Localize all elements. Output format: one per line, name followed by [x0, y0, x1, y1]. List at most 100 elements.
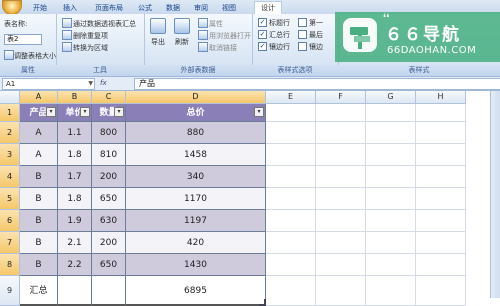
banded-rows-checkbox[interactable]: ✓	[258, 42, 267, 51]
table-header-cell[interactable]: 产品 ▾	[20, 104, 58, 122]
table-cell[interactable]: 1.8	[58, 144, 92, 166]
row-header[interactable]: 3	[0, 144, 20, 166]
table-cell[interactable]: 200	[92, 166, 126, 188]
table-header-cell[interactable]: 数量 ▾	[92, 104, 126, 122]
empty-cell[interactable]	[266, 232, 316, 254]
filter-dropdown-icon[interactable]: ▾	[80, 107, 90, 117]
total-label-cell[interactable]: 汇总	[20, 276, 58, 306]
resize-table-button[interactable]: 调整表格大小	[14, 51, 56, 61]
empty-cell[interactable]	[316, 254, 366, 276]
empty-cell[interactable]	[416, 144, 466, 166]
empty-cell[interactable]	[366, 188, 416, 210]
table-cell[interactable]: 650	[92, 188, 126, 210]
table-cell[interactable]: 810	[92, 144, 126, 166]
select-all-corner[interactable]	[0, 91, 20, 104]
row-header[interactable]: 1	[0, 104, 20, 122]
filter-dropdown-icon[interactable]: ▾	[46, 107, 56, 117]
empty-cell[interactable]	[416, 210, 466, 232]
office-button[interactable]	[2, 0, 22, 15]
empty-cell[interactable]	[366, 210, 416, 232]
table-cell[interactable]: B	[20, 166, 58, 188]
vertical-scrollbar[interactable]	[490, 91, 500, 298]
row-header[interactable]: 6	[0, 210, 20, 232]
convert-range-button[interactable]: 转换为区域	[73, 43, 108, 53]
table-cell[interactable]: B	[20, 188, 58, 210]
table-cell[interactable]: 1430	[126, 254, 266, 276]
row-header[interactable]: 5	[0, 188, 20, 210]
table-cell[interactable]: 800	[92, 122, 126, 144]
empty-cell[interactable]	[416, 232, 466, 254]
empty-cell[interactable]	[266, 144, 316, 166]
total-empty-cell[interactable]	[92, 276, 126, 306]
empty-cell[interactable]	[266, 122, 316, 144]
empty-cell[interactable]	[316, 144, 366, 166]
empty-cell[interactable]	[416, 276, 466, 306]
table-cell[interactable]: 2.1	[58, 232, 92, 254]
empty-cell[interactable]	[416, 166, 466, 188]
empty-cell[interactable]	[366, 232, 416, 254]
table-header-cell[interactable]: 总价 ▾	[126, 104, 266, 122]
table-cell[interactable]: 630	[92, 210, 126, 232]
total-value-cell[interactable]: 6895	[126, 276, 266, 306]
empty-cell[interactable]	[266, 166, 316, 188]
table-name-field[interactable]: 表2	[4, 34, 42, 45]
empty-cell[interactable]	[316, 188, 366, 210]
table-cell[interactable]: 1458	[126, 144, 266, 166]
table-cell[interactable]: B	[20, 232, 58, 254]
empty-cell[interactable]	[366, 104, 416, 122]
tab-home[interactable]: 开始	[28, 2, 52, 14]
empty-cell[interactable]	[366, 254, 416, 276]
table-cell[interactable]: 340	[126, 166, 266, 188]
empty-cell[interactable]	[316, 276, 366, 306]
table-cell[interactable]: 650	[92, 254, 126, 276]
refresh-button[interactable]: 刷新	[175, 37, 189, 47]
worksheet-grid[interactable]: A B C D E F G H 1 2 3 4 5 6 7 8 9 产品 ▾ 单价 ▾ 数量 ▾ 总价 ▾ A 1.1 800 880 A…	[0, 91, 500, 306]
empty-cell[interactable]	[266, 188, 316, 210]
table-cell[interactable]: B	[20, 210, 58, 232]
header-row-checkbox[interactable]: ✓	[258, 18, 267, 27]
column-header[interactable]: H	[416, 91, 466, 104]
table-resize-handle[interactable]	[259, 299, 266, 306]
tab-design[interactable]: 设计	[254, 1, 282, 15]
column-header[interactable]: C	[92, 91, 126, 104]
empty-cell[interactable]	[366, 276, 416, 306]
table-cell[interactable]: A	[20, 122, 58, 144]
tab-view[interactable]: 视图	[218, 2, 240, 14]
empty-cell[interactable]	[366, 144, 416, 166]
last-column-checkbox[interactable]	[298, 30, 307, 39]
empty-cell[interactable]	[266, 104, 316, 122]
formula-input[interactable]: 产品	[134, 78, 500, 90]
table-cell[interactable]: 1197	[126, 210, 266, 232]
name-box[interactable]: A1 ▼	[2, 78, 95, 90]
tab-formulas[interactable]: 公式	[134, 2, 156, 14]
open-in-browser-button[interactable]: 用浏览器打开	[209, 31, 251, 41]
empty-cell[interactable]	[266, 276, 316, 306]
empty-cell[interactable]	[316, 232, 366, 254]
table-cell[interactable]: 1.8	[58, 188, 92, 210]
row-header[interactable]: 4	[0, 166, 20, 188]
first-column-checkbox[interactable]	[298, 18, 307, 27]
banded-columns-checkbox[interactable]	[298, 42, 307, 51]
filter-dropdown-icon[interactable]: ▾	[254, 107, 264, 117]
table-cell[interactable]: B	[20, 254, 58, 276]
row-header[interactable]: 9	[0, 276, 20, 306]
row-header[interactable]: 7	[0, 232, 20, 254]
fx-icon[interactable]: fx	[100, 78, 130, 89]
column-header[interactable]: B	[58, 91, 92, 104]
table-cell[interactable]: 1.7	[58, 166, 92, 188]
column-header[interactable]: D	[126, 91, 266, 104]
tab-review[interactable]: 审阅	[190, 2, 212, 14]
empty-cell[interactable]	[266, 254, 316, 276]
column-header[interactable]: A	[20, 91, 58, 104]
column-header[interactable]: G	[366, 91, 416, 104]
table-cell[interactable]: 200	[92, 232, 126, 254]
tab-insert[interactable]: 插入	[58, 2, 82, 14]
empty-cell[interactable]	[316, 166, 366, 188]
table-cell[interactable]: A	[20, 144, 58, 166]
pivot-summary-button[interactable]: 通过数据透视表汇总	[73, 19, 136, 29]
chevron-down-icon[interactable]: ▼	[88, 79, 93, 89]
column-header[interactable]: F	[316, 91, 366, 104]
tab-page-layout[interactable]: 页面布局	[88, 2, 130, 14]
unlink-button[interactable]: 取消链接	[209, 43, 237, 53]
empty-cell[interactable]	[316, 122, 366, 144]
